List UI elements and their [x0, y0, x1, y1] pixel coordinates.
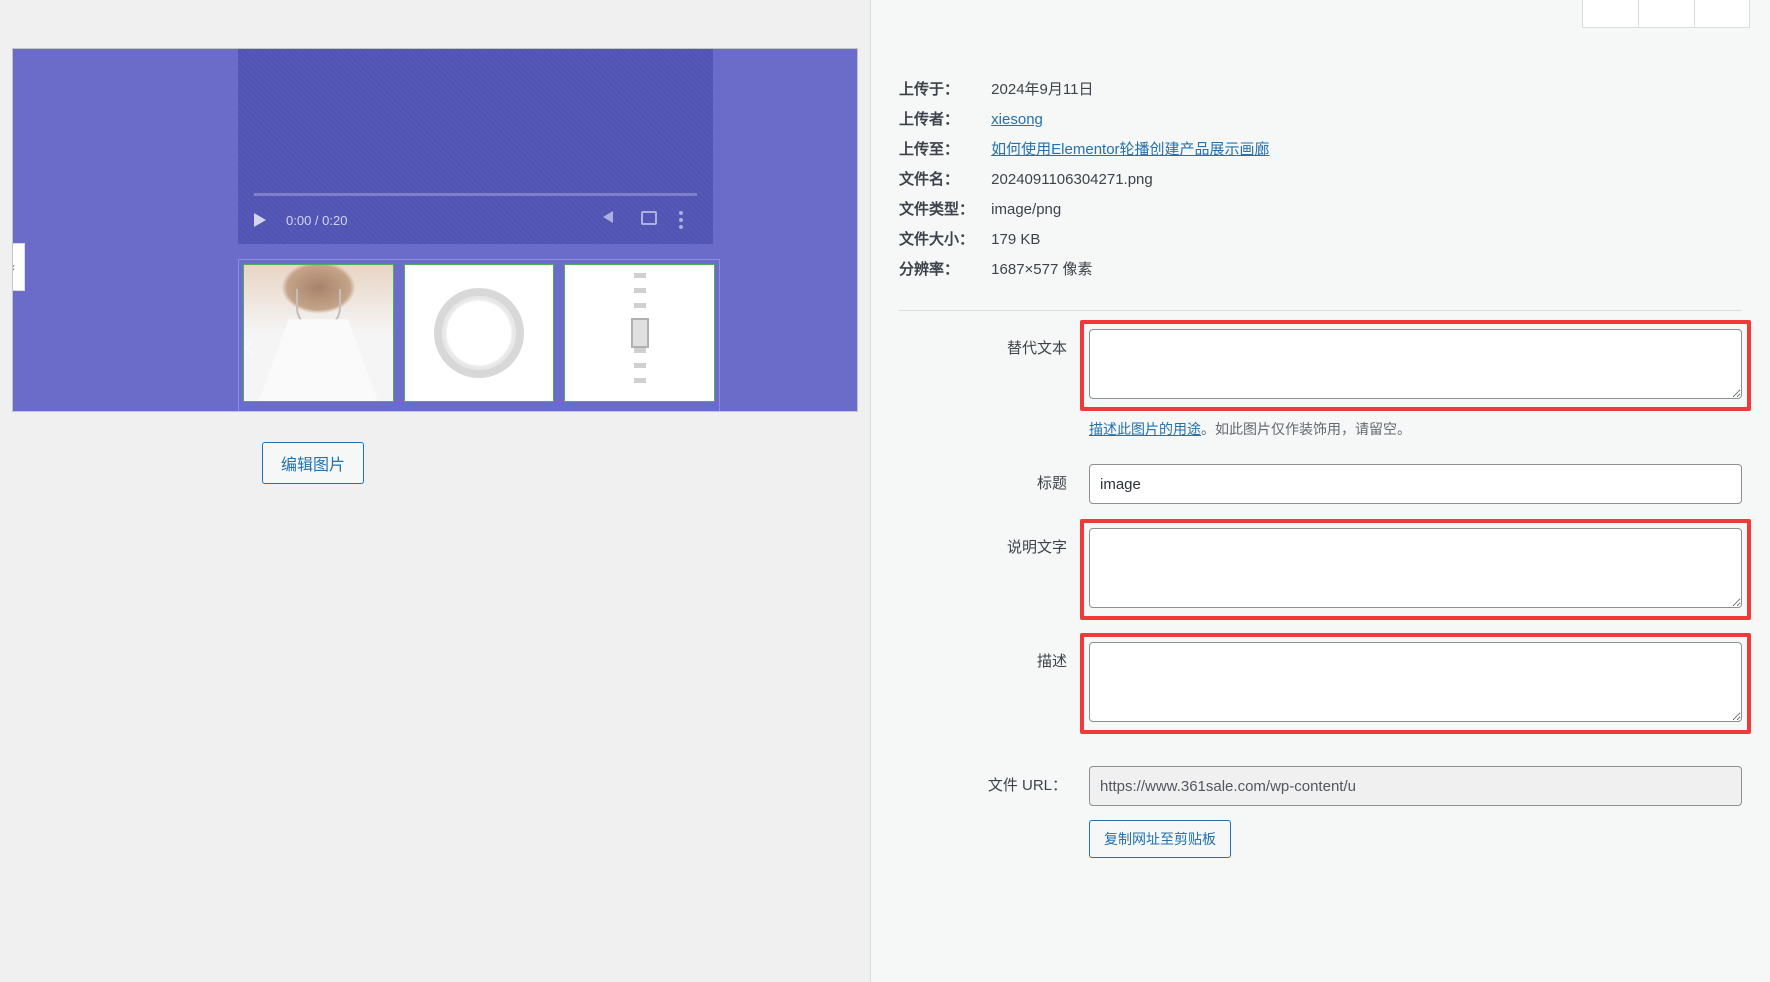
- alt-text-help-link[interactable]: 描述此图片的用途: [1089, 421, 1201, 437]
- description-input[interactable]: [1089, 642, 1742, 722]
- meta-value-filename: 2024091106304271.png: [991, 171, 1153, 188]
- edit-image-button[interactable]: 编辑图片: [262, 442, 364, 484]
- meta-value-uploaded-on: 2024年9月11日: [991, 81, 1093, 98]
- alt-text-help-rest: 。如此图片仅作装饰用，请留空。: [1201, 421, 1411, 437]
- meta-label-filesize: 文件大小：: [899, 228, 987, 252]
- meta-label-dimensions: 分辨率：: [899, 258, 987, 282]
- fullscreen-icon[interactable]: [641, 211, 659, 229]
- meta-label-uploaded-on: 上传于：: [899, 78, 987, 102]
- alt-text-help: 描述此图片的用途。如此图片仅作装饰用，请留空。: [1089, 419, 1742, 440]
- panel-tabs: [1582, 0, 1750, 28]
- prev-attachment-arrow[interactable]: ‹: [12, 243, 25, 291]
- label-alt-text: 替代文本: [899, 329, 1089, 358]
- meta-label-uploaded-by: 上传者：: [899, 108, 987, 132]
- divider: [899, 310, 1742, 311]
- highlight-caption: [1080, 519, 1751, 620]
- panel-tab[interactable]: [1582, 0, 1638, 28]
- meta-value-filesize: 179 KB: [991, 231, 1040, 248]
- meta-label-uploaded-to: 上传至：: [899, 138, 987, 162]
- carousel-thumb-2[interactable]: [404, 264, 555, 402]
- carousel-next-icon[interactable]: ›: [694, 325, 724, 365]
- carousel-thumb-1[interactable]: [243, 264, 394, 402]
- attachment-meta: 上传于： 2024年9月11日 上传者： xiesong 上传至： 如何使用El…: [899, 78, 1742, 282]
- carousel-slider: ‹ ›: [238, 259, 720, 412]
- video-time-display: 0:00 / 0:20: [286, 213, 347, 228]
- meta-value-dimensions: 1687×577 像素: [991, 261, 1092, 278]
- attachment-preview: ‹ 0:00 / 0:20 ‹ ›: [12, 48, 858, 412]
- highlight-alt-text: [1080, 320, 1751, 411]
- more-options-icon[interactable]: [679, 211, 697, 229]
- copy-url-button[interactable]: 复制网址至剪贴板: [1089, 820, 1231, 858]
- video-player: 0:00 / 0:20: [238, 49, 713, 244]
- meta-link-uploaded-by[interactable]: xiesong: [991, 111, 1043, 128]
- label-description: 描述: [899, 642, 1089, 671]
- panel-tab[interactable]: [1638, 0, 1694, 28]
- meta-label-filename: 文件名：: [899, 168, 987, 192]
- meta-link-uploaded-to[interactable]: 如何使用Elementor轮播创建产品展示画廊: [991, 141, 1269, 158]
- video-controls: 0:00 / 0:20: [238, 196, 713, 244]
- alt-text-input[interactable]: [1089, 329, 1742, 399]
- carousel-thumb-3[interactable]: [564, 264, 715, 402]
- label-title: 标题: [899, 464, 1089, 493]
- panel-tab[interactable]: [1694, 0, 1750, 28]
- meta-label-filetype: 文件类型：: [899, 198, 987, 222]
- title-input[interactable]: [1089, 464, 1742, 504]
- caption-input[interactable]: [1089, 528, 1742, 608]
- label-caption: 说明文字: [899, 528, 1089, 557]
- meta-value-filetype: image/png: [991, 201, 1061, 218]
- label-file-url: 文件 URL：: [899, 766, 1089, 795]
- file-url-input[interactable]: [1089, 766, 1742, 806]
- play-icon[interactable]: [254, 213, 266, 227]
- highlight-description: [1080, 633, 1751, 734]
- carousel-prev-icon[interactable]: ‹: [234, 325, 264, 365]
- volume-icon[interactable]: [603, 211, 621, 229]
